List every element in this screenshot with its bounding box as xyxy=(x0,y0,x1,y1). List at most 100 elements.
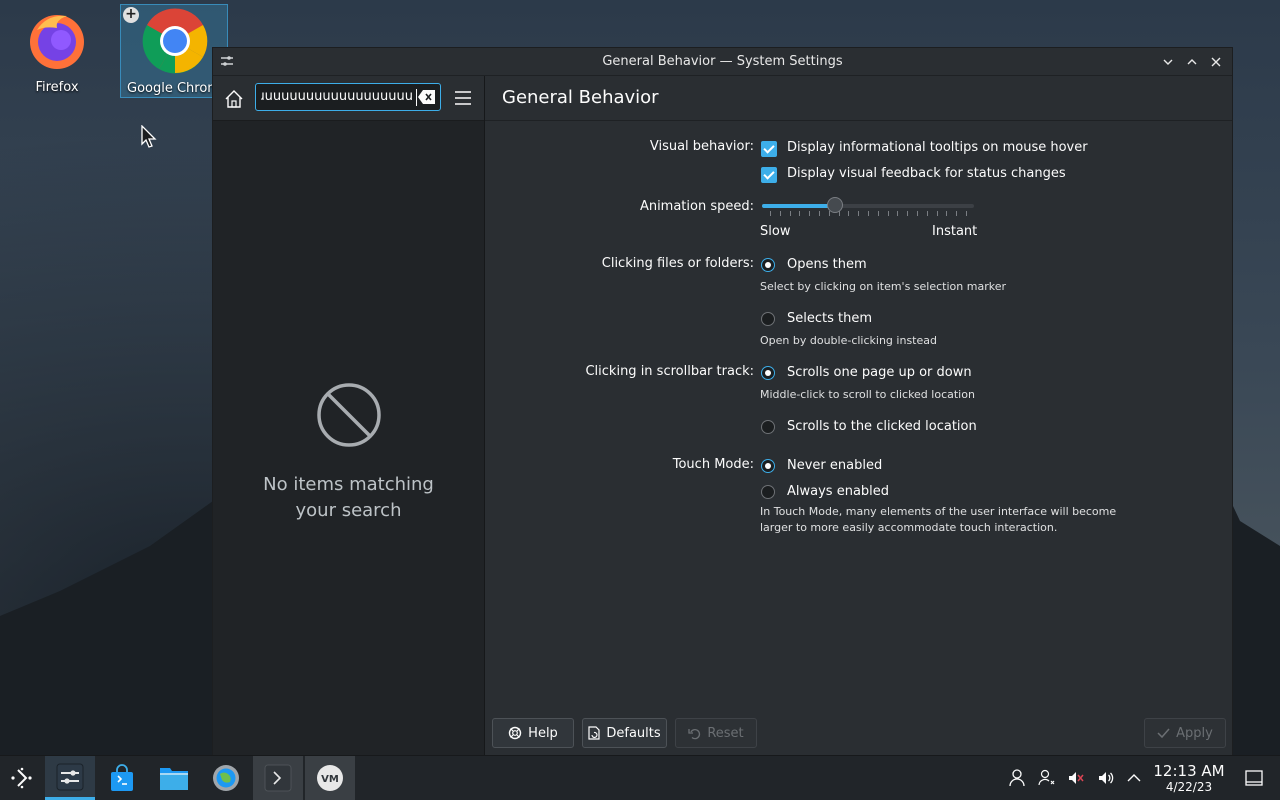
settings-app-icon[interactable] xyxy=(219,53,235,69)
vm-icon: VM xyxy=(317,765,343,791)
taskbar-file-manager[interactable] xyxy=(149,756,199,800)
tray-user[interactable] xyxy=(1003,756,1031,800)
window-title: General Behavior — System Settings xyxy=(602,54,843,69)
slider-tick xyxy=(789,211,791,216)
selects-them-hint: Open by double-clicking instead xyxy=(760,334,937,347)
taskbar-system-settings[interactable] xyxy=(45,756,95,800)
slider-tick xyxy=(858,211,860,216)
scroll-page-label: Scrolls one page up or down xyxy=(787,365,972,380)
taskbar-terminal[interactable] xyxy=(253,756,303,800)
shopping-bag-icon xyxy=(111,764,133,791)
help-button[interactable]: Help xyxy=(492,718,574,748)
close-button[interactable] xyxy=(1206,52,1226,72)
slider-tick xyxy=(809,211,811,216)
show-desktop-button[interactable] xyxy=(1240,756,1268,800)
tray-expand[interactable] xyxy=(1120,756,1148,800)
slider-tick xyxy=(917,211,918,216)
selects-them-label: Selects them xyxy=(787,311,873,326)
empty-message-line2: your search xyxy=(295,500,402,521)
content-header: General Behavior xyxy=(485,76,1232,121)
tray-microphone[interactable] xyxy=(1062,756,1090,800)
slider-tick xyxy=(946,211,948,216)
taskbar-vmware[interactable]: VM xyxy=(305,756,355,800)
opens-them-hint: Select by clicking on item's selection m… xyxy=(760,280,1006,293)
visual-behavior-label: Visual behavior: xyxy=(649,139,754,154)
slider-tick xyxy=(877,211,879,216)
slider-tick xyxy=(956,211,958,216)
no-results-icon xyxy=(316,383,381,447)
defaults-button[interactable]: Defaults xyxy=(582,718,667,748)
tooltips-checkbox-label: Display informational tooltips on mouse … xyxy=(787,140,1088,155)
slider-tick xyxy=(907,211,909,216)
scroll-page-hint: Middle-click to scroll to clicked locati… xyxy=(760,388,975,401)
clear-search-icon[interactable] xyxy=(418,89,436,105)
svg-text:VM: VM xyxy=(321,774,339,785)
slider-tick xyxy=(779,211,781,216)
tray-volume[interactable] xyxy=(1092,756,1120,800)
desktop-icon-firefox[interactable]: Firefox xyxy=(12,4,102,98)
slider-fill xyxy=(762,204,835,208)
taskbar-browser[interactable] xyxy=(201,756,251,800)
help-icon xyxy=(508,726,522,740)
slider-tick xyxy=(887,211,889,216)
undo-icon xyxy=(688,728,701,739)
scroll-to-location-label: Scrolls to the clicked location xyxy=(787,419,977,434)
taskbar-discover[interactable] xyxy=(97,756,147,800)
launcher-icon xyxy=(11,767,32,789)
chevron-down-icon xyxy=(1163,59,1173,65)
text-caret xyxy=(416,89,417,106)
show-desktop-icon xyxy=(1245,770,1263,786)
radio-selected-icon xyxy=(761,258,775,272)
folder-icon xyxy=(160,768,188,790)
reset-button[interactable]: Reset xyxy=(675,718,757,748)
globe-gear-icon xyxy=(213,765,239,791)
reset-button-label: Reset xyxy=(707,725,744,741)
radio-unselected-icon xyxy=(761,420,775,434)
clock-time: 12:13 AM xyxy=(1153,762,1225,780)
radio-unselected-icon xyxy=(761,312,775,326)
user-icon xyxy=(1009,769,1025,787)
slider-tick xyxy=(868,211,869,216)
mouse-cursor-icon xyxy=(141,125,157,148)
slow-label: Slow xyxy=(760,224,791,239)
touch-mode-label: Touch Mode: xyxy=(672,457,754,472)
tray-user-switcher[interactable] xyxy=(1033,756,1061,800)
clock-date: 4/22/23 xyxy=(1165,780,1213,794)
animation-speed-label: Animation speed: xyxy=(639,199,754,214)
hamburger-menu-icon[interactable] xyxy=(453,88,473,108)
touch-mode-hint: In Touch Mode, many elements of the user… xyxy=(760,505,1117,534)
checkbox-checked-icon xyxy=(761,167,777,183)
slider-tick xyxy=(770,211,771,216)
window-titlebar[interactable]: General Behavior — System Settings xyxy=(213,48,1232,76)
sidebar: uuuuuuuuuuuuuuuuuuuu No items matching y… xyxy=(213,76,485,755)
user-switch-icon xyxy=(1038,769,1055,786)
slider-tick xyxy=(799,211,801,216)
status-feedback-checkbox-label: Display visual feedback for status chang… xyxy=(787,166,1066,181)
search-input[interactable]: uuuuuuuuuuuuuuuuuuuu xyxy=(255,83,441,111)
maximize-button[interactable] xyxy=(1182,52,1202,72)
always-enabled-label: Always enabled xyxy=(787,484,890,499)
animation-speed-slider[interactable] xyxy=(762,196,974,220)
slider-handle[interactable] xyxy=(826,197,843,213)
application-launcher-button[interactable] xyxy=(0,756,44,800)
clicking-files-label: Clicking files or folders: xyxy=(601,256,754,271)
digital-clock[interactable]: 12:13 AM 4/22/23 xyxy=(1148,762,1230,795)
checkbox-checked-icon xyxy=(761,141,777,157)
opens-them-label: Opens them xyxy=(787,257,867,272)
slider-tick xyxy=(926,211,928,216)
system-settings-window: General Behavior — System Settings uuuuu… xyxy=(212,47,1233,756)
add-icon[interactable]: + xyxy=(123,7,139,23)
apply-button-label: Apply xyxy=(1176,725,1213,741)
minimize-button[interactable] xyxy=(1158,52,1178,72)
empty-message-line1: No items matching xyxy=(263,474,434,495)
audio-muted-icon xyxy=(1069,772,1084,784)
apply-button[interactable]: Apply xyxy=(1144,718,1226,748)
empty-search-state: No items matching your search xyxy=(213,382,484,524)
taskbar: VM 12:13 AM 4/22/23 xyxy=(0,755,1280,800)
volume-icon xyxy=(1099,772,1114,784)
slider-tick xyxy=(966,211,967,216)
home-icon[interactable] xyxy=(223,88,245,110)
checkmark-icon xyxy=(1157,728,1170,739)
desktop-icon-label: Firefox xyxy=(35,80,79,95)
instant-label: Instant xyxy=(932,224,978,239)
